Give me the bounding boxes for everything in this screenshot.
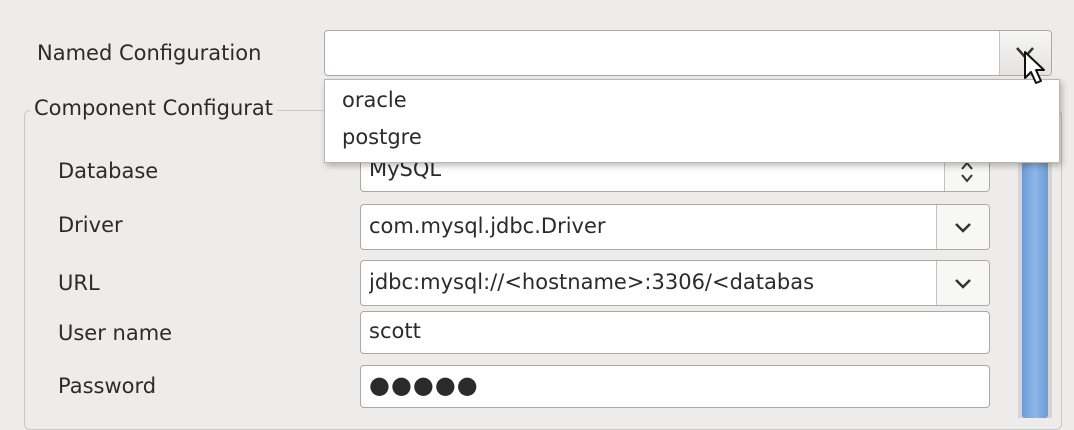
url-combo[interactable]: jdbc:mysql://<hostname>:3306/<databas [360, 260, 990, 306]
scrollbar-thumb[interactable] [1022, 148, 1048, 418]
chevron-down-icon [955, 223, 971, 233]
url-label: URL [58, 271, 100, 295]
username-label: User name [58, 321, 173, 345]
named-configuration-dropdown-list: oracle postgre [324, 79, 1060, 163]
password-label: Password [58, 374, 157, 398]
username-value: scott [369, 319, 421, 343]
mouse-pointer-icon [1023, 50, 1049, 90]
driver-combo[interactable]: com.mysql.jdbc.Driver [360, 204, 990, 250]
dropdown-option-postgre[interactable]: postgre [342, 125, 422, 149]
driver-label: Driver [58, 213, 123, 237]
component-configuration-title: Component Configurat [30, 95, 278, 121]
url-dropdown-button[interactable] [936, 261, 989, 305]
named-configuration-combo[interactable] [324, 30, 1052, 76]
chevron-down-icon [955, 279, 971, 289]
url-value: jdbc:mysql://<hostname>:3306/<databas [369, 270, 815, 294]
password-input[interactable]: ●●●●● [360, 365, 990, 408]
database-label: Database [58, 159, 159, 183]
dropdown-option-oracle[interactable]: oracle [342, 88, 407, 112]
username-input[interactable]: scott [360, 311, 990, 354]
driver-value: com.mysql.jdbc.Driver [369, 214, 606, 238]
named-configuration-label: Named Configuration [37, 41, 262, 65]
driver-dropdown-button[interactable] [936, 205, 989, 249]
password-value: ●●●●● [369, 371, 479, 399]
